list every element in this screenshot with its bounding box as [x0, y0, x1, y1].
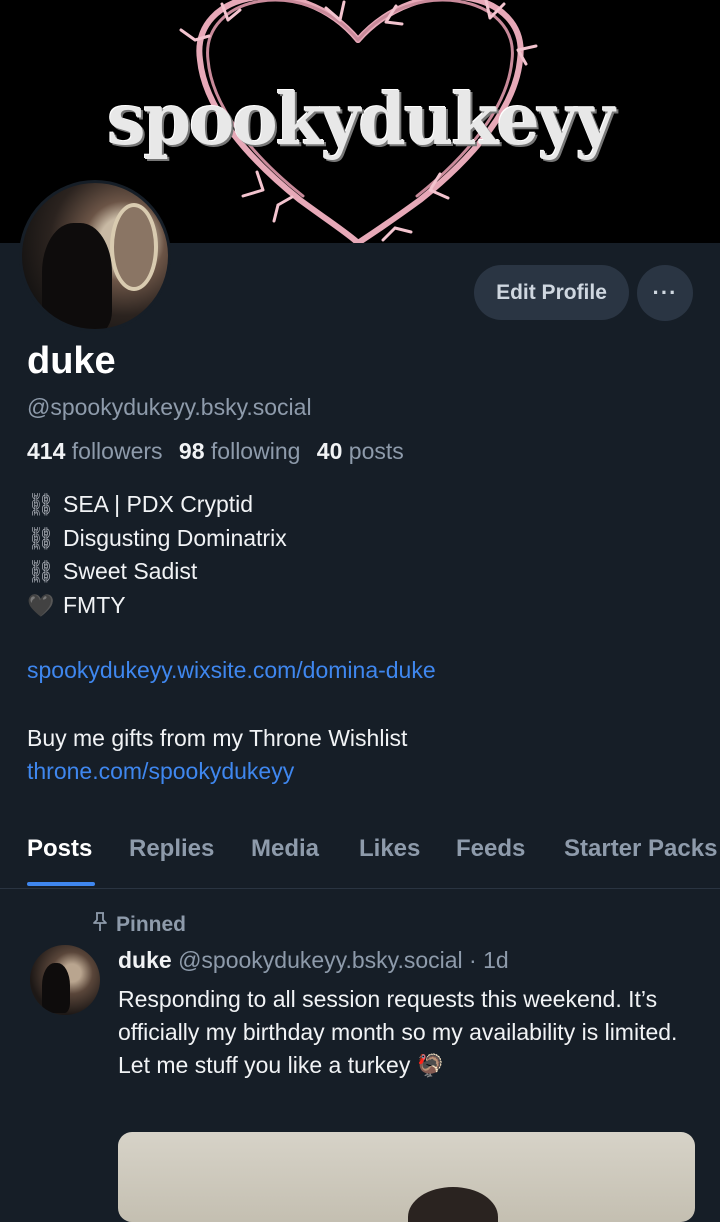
- followers-link[interactable]: 414 followers: [27, 438, 163, 464]
- post-meta-separator: ·: [469, 947, 477, 973]
- post-text-line: Let me stuff you like a turkey: [118, 1052, 411, 1078]
- profile-handle: @spookydukeyy.bsky.social: [27, 394, 312, 420]
- image-subject-shape: [408, 1187, 498, 1222]
- tab-media[interactable]: Media: [251, 835, 319, 863]
- post-image[interactable]: [118, 1132, 695, 1222]
- bio-line-text: FMTY: [63, 591, 126, 618]
- avatar-figure-shape: [42, 223, 112, 329]
- bio-line: ⛓ Sweet Sadist: [27, 555, 287, 589]
- pinned-label: Pinned: [116, 912, 187, 936]
- following-label: following: [210, 438, 301, 464]
- followers-label: followers: [71, 438, 163, 464]
- website-link[interactable]: spookydukeyy.wixsite.com/domina-duke: [27, 657, 436, 684]
- post-text-line: Responding to all session requests this …: [118, 986, 678, 1045]
- pin-icon: [92, 912, 108, 937]
- bio-line: ⛓ SEA | PDX Cryptid: [27, 488, 287, 522]
- tab-feeds[interactable]: Feeds: [456, 835, 525, 863]
- throne-link[interactable]: throne.com/spookydukeyy: [27, 758, 294, 785]
- posts-count-group: 40 posts: [317, 438, 404, 464]
- avatar-mirror-shape: [110, 203, 158, 291]
- avatar-figure-shape: [42, 963, 70, 1013]
- bio-line: 🖤 FMTY: [27, 589, 287, 623]
- profile-avatar[interactable]: [19, 180, 171, 332]
- tab-posts[interactable]: Posts: [27, 835, 92, 863]
- following-link[interactable]: 98 following: [179, 438, 300, 464]
- tab-replies[interactable]: Replies: [129, 835, 214, 863]
- banner-title: spookydukeyy: [107, 78, 615, 162]
- edit-profile-button[interactable]: Edit Profile: [474, 265, 629, 320]
- bio-line-text: SEA | PDX Cryptid: [63, 491, 254, 517]
- tab-likes[interactable]: Likes: [359, 835, 420, 863]
- following-count: 98: [178, 438, 205, 464]
- more-options-button[interactable]: ···: [637, 265, 693, 321]
- profile-tabs: Posts Replies Media Likes Feeds Starter …: [0, 830, 720, 889]
- post-timestamp[interactable]: 1d: [483, 947, 509, 973]
- post-header: duke @spookydukeyy.bsky.social · 1d: [118, 947, 509, 974]
- black-heart-icon: 🖤: [27, 592, 55, 618]
- chain-icon: ⛓: [27, 492, 55, 517]
- bio-line-text: Sweet Sadist: [63, 558, 198, 584]
- profile-stats: 414 followers 98 following 40 posts: [27, 438, 404, 465]
- post-text-line-with-emoji: Let me stuff you like a turkey 🦃: [118, 1049, 703, 1082]
- active-tab-indicator: [27, 882, 95, 886]
- tab-starter-packs[interactable]: Starter Packs: [564, 835, 717, 863]
- bio-line: ⛓ Disgusting Dominatrix: [27, 522, 287, 556]
- wishlist-text: Buy me gifts from my Throne Wishlist: [27, 725, 408, 751]
- followers-count: 414: [27, 438, 66, 464]
- display-name: duke: [27, 340, 116, 382]
- posts-count: 40: [316, 438, 343, 464]
- chain-icon: ⛓: [27, 525, 55, 551]
- chain-icon: ⛓: [27, 559, 55, 584]
- post-author-handle[interactable]: @spookydukeyy.bsky.social: [178, 947, 463, 973]
- post-text[interactable]: Responding to all session requests this …: [118, 983, 703, 1082]
- pinned-indicator: Pinned: [92, 912, 186, 937]
- bio-line-text: Disgusting Dominatrix: [63, 524, 287, 551]
- turkey-icon: 🦃: [416, 1053, 445, 1078]
- post-author-name[interactable]: duke: [118, 947, 172, 973]
- post-author-avatar[interactable]: [30, 945, 100, 1015]
- profile-bio: ⛓ SEA | PDX Cryptid ⛓ Disgusting Dominatri…: [27, 488, 287, 622]
- posts-label: posts: [348, 438, 404, 464]
